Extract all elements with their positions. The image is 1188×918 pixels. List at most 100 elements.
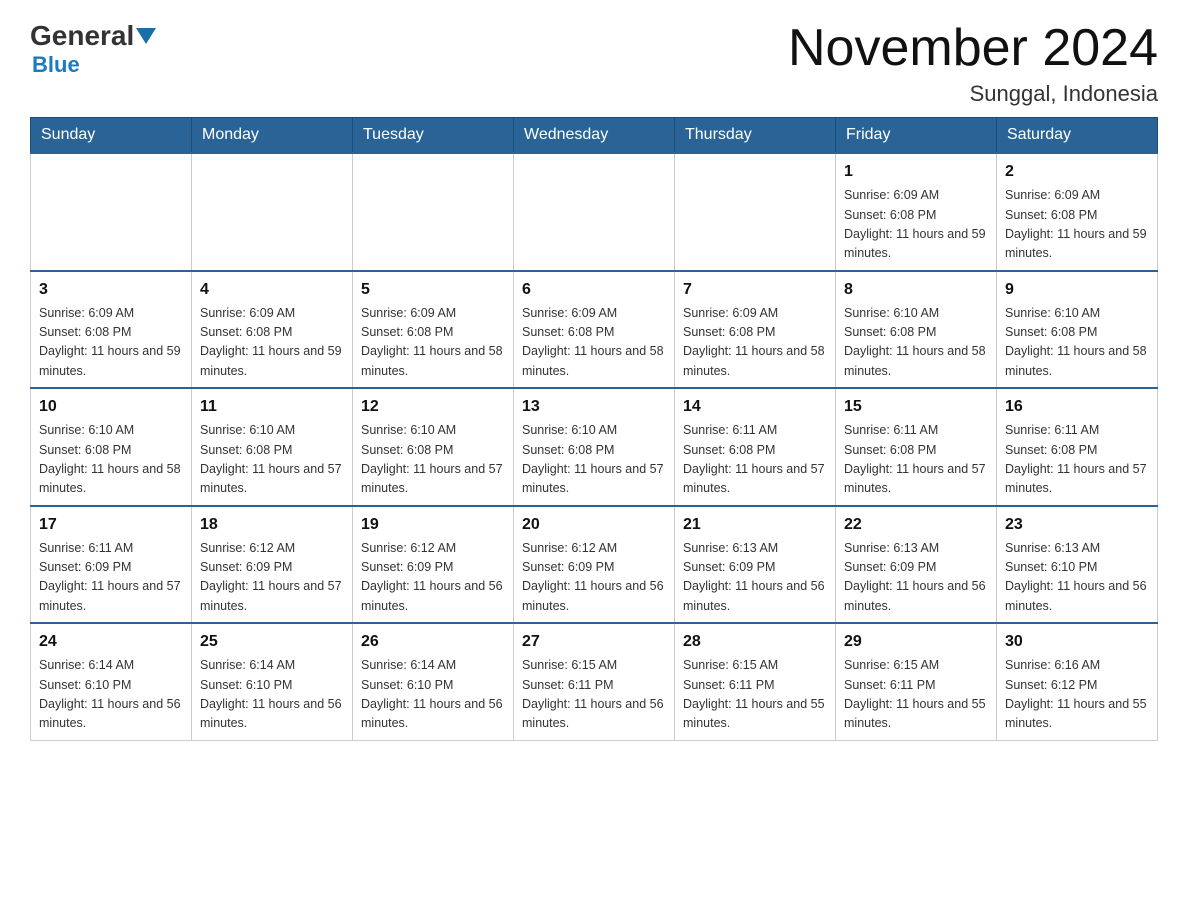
day-info: Sunrise: 6:16 AMSunset: 6:12 PMDaylight:… [1005, 656, 1149, 734]
day-number: 5 [361, 278, 505, 302]
day-number: 4 [200, 278, 344, 302]
logo-blue-text: Blue [32, 52, 80, 77]
column-header-monday: Monday [192, 118, 353, 154]
location-title: Sunggal, Indonesia [788, 81, 1158, 107]
day-number: 9 [1005, 278, 1149, 302]
calendar-cell [675, 153, 836, 271]
day-info: Sunrise: 6:11 AMSunset: 6:08 PMDaylight:… [1005, 421, 1149, 499]
calendar-cell: 8Sunrise: 6:10 AMSunset: 6:08 PMDaylight… [836, 271, 997, 389]
day-info: Sunrise: 6:09 AMSunset: 6:08 PMDaylight:… [844, 186, 988, 264]
calendar-cell: 1Sunrise: 6:09 AMSunset: 6:08 PMDaylight… [836, 153, 997, 271]
day-number: 26 [361, 630, 505, 654]
day-info: Sunrise: 6:15 AMSunset: 6:11 PMDaylight:… [844, 656, 988, 734]
day-info: Sunrise: 6:09 AMSunset: 6:08 PMDaylight:… [200, 304, 344, 382]
day-number: 29 [844, 630, 988, 654]
day-number: 8 [844, 278, 988, 302]
calendar-cell: 19Sunrise: 6:12 AMSunset: 6:09 PMDayligh… [353, 506, 514, 624]
day-number: 18 [200, 513, 344, 537]
day-info: Sunrise: 6:12 AMSunset: 6:09 PMDaylight:… [361, 539, 505, 617]
logo-general-text: General [30, 20, 134, 52]
calendar-cell: 22Sunrise: 6:13 AMSunset: 6:09 PMDayligh… [836, 506, 997, 624]
day-info: Sunrise: 6:09 AMSunset: 6:08 PMDaylight:… [39, 304, 183, 382]
column-header-wednesday: Wednesday [514, 118, 675, 154]
week-row-1: 1Sunrise: 6:09 AMSunset: 6:08 PMDaylight… [31, 153, 1158, 271]
calendar-cell: 4Sunrise: 6:09 AMSunset: 6:08 PMDaylight… [192, 271, 353, 389]
column-header-sunday: Sunday [31, 118, 192, 154]
day-number: 12 [361, 395, 505, 419]
day-info: Sunrise: 6:14 AMSunset: 6:10 PMDaylight:… [39, 656, 183, 734]
month-title: November 2024 [788, 20, 1158, 77]
day-number: 1 [844, 160, 988, 184]
week-row-3: 10Sunrise: 6:10 AMSunset: 6:08 PMDayligh… [31, 388, 1158, 506]
day-info: Sunrise: 6:14 AMSunset: 6:10 PMDaylight:… [361, 656, 505, 734]
calendar-cell: 21Sunrise: 6:13 AMSunset: 6:09 PMDayligh… [675, 506, 836, 624]
day-number: 27 [522, 630, 666, 654]
calendar-cell: 17Sunrise: 6:11 AMSunset: 6:09 PMDayligh… [31, 506, 192, 624]
day-number: 2 [1005, 160, 1149, 184]
day-info: Sunrise: 6:09 AMSunset: 6:08 PMDaylight:… [683, 304, 827, 382]
week-row-5: 24Sunrise: 6:14 AMSunset: 6:10 PMDayligh… [31, 623, 1158, 740]
page-header: General Blue November 2024 Sunggal, Indo… [30, 20, 1158, 107]
day-number: 24 [39, 630, 183, 654]
calendar-cell: 18Sunrise: 6:12 AMSunset: 6:09 PMDayligh… [192, 506, 353, 624]
calendar-cell: 30Sunrise: 6:16 AMSunset: 6:12 PMDayligh… [997, 623, 1158, 740]
calendar-cell: 12Sunrise: 6:10 AMSunset: 6:08 PMDayligh… [353, 388, 514, 506]
day-info: Sunrise: 6:10 AMSunset: 6:08 PMDaylight:… [361, 421, 505, 499]
day-info: Sunrise: 6:10 AMSunset: 6:08 PMDaylight:… [39, 421, 183, 499]
day-number: 11 [200, 395, 344, 419]
day-number: 19 [361, 513, 505, 537]
day-info: Sunrise: 6:12 AMSunset: 6:09 PMDaylight:… [522, 539, 666, 617]
day-info: Sunrise: 6:12 AMSunset: 6:09 PMDaylight:… [200, 539, 344, 617]
calendar-cell: 3Sunrise: 6:09 AMSunset: 6:08 PMDaylight… [31, 271, 192, 389]
day-info: Sunrise: 6:15 AMSunset: 6:11 PMDaylight:… [522, 656, 666, 734]
title-block: November 2024 Sunggal, Indonesia [788, 20, 1158, 107]
day-number: 14 [683, 395, 827, 419]
column-header-friday: Friday [836, 118, 997, 154]
day-info: Sunrise: 6:10 AMSunset: 6:08 PMDaylight:… [522, 421, 666, 499]
day-number: 22 [844, 513, 988, 537]
calendar-cell: 27Sunrise: 6:15 AMSunset: 6:11 PMDayligh… [514, 623, 675, 740]
calendar-cell: 16Sunrise: 6:11 AMSunset: 6:08 PMDayligh… [997, 388, 1158, 506]
calendar-cell: 23Sunrise: 6:13 AMSunset: 6:10 PMDayligh… [997, 506, 1158, 624]
day-info: Sunrise: 6:11 AMSunset: 6:08 PMDaylight:… [844, 421, 988, 499]
day-number: 28 [683, 630, 827, 654]
week-row-4: 17Sunrise: 6:11 AMSunset: 6:09 PMDayligh… [31, 506, 1158, 624]
day-number: 23 [1005, 513, 1149, 537]
day-number: 21 [683, 513, 827, 537]
day-number: 25 [200, 630, 344, 654]
calendar-cell [514, 153, 675, 271]
day-number: 6 [522, 278, 666, 302]
column-header-tuesday: Tuesday [353, 118, 514, 154]
day-info: Sunrise: 6:10 AMSunset: 6:08 PMDaylight:… [200, 421, 344, 499]
calendar-cell: 13Sunrise: 6:10 AMSunset: 6:08 PMDayligh… [514, 388, 675, 506]
column-header-thursday: Thursday [675, 118, 836, 154]
day-info: Sunrise: 6:14 AMSunset: 6:10 PMDaylight:… [200, 656, 344, 734]
day-info: Sunrise: 6:09 AMSunset: 6:08 PMDaylight:… [361, 304, 505, 382]
logo-triangle-icon [136, 28, 156, 44]
column-header-saturday: Saturday [997, 118, 1158, 154]
calendar-cell: 2Sunrise: 6:09 AMSunset: 6:08 PMDaylight… [997, 153, 1158, 271]
day-info: Sunrise: 6:10 AMSunset: 6:08 PMDaylight:… [1005, 304, 1149, 382]
calendar-cell: 6Sunrise: 6:09 AMSunset: 6:08 PMDaylight… [514, 271, 675, 389]
calendar-cell: 26Sunrise: 6:14 AMSunset: 6:10 PMDayligh… [353, 623, 514, 740]
day-number: 30 [1005, 630, 1149, 654]
calendar-cell: 20Sunrise: 6:12 AMSunset: 6:09 PMDayligh… [514, 506, 675, 624]
calendar-header-row: SundayMondayTuesdayWednesdayThursdayFrid… [31, 118, 1158, 154]
day-info: Sunrise: 6:11 AMSunset: 6:09 PMDaylight:… [39, 539, 183, 617]
calendar-cell [192, 153, 353, 271]
calendar-cell: 5Sunrise: 6:09 AMSunset: 6:08 PMDaylight… [353, 271, 514, 389]
week-row-2: 3Sunrise: 6:09 AMSunset: 6:08 PMDaylight… [31, 271, 1158, 389]
calendar-table: SundayMondayTuesdayWednesdayThursdayFrid… [30, 117, 1158, 741]
day-number: 20 [522, 513, 666, 537]
calendar-cell: 29Sunrise: 6:15 AMSunset: 6:11 PMDayligh… [836, 623, 997, 740]
day-info: Sunrise: 6:15 AMSunset: 6:11 PMDaylight:… [683, 656, 827, 734]
day-info: Sunrise: 6:13 AMSunset: 6:09 PMDaylight:… [844, 539, 988, 617]
calendar-cell: 25Sunrise: 6:14 AMSunset: 6:10 PMDayligh… [192, 623, 353, 740]
day-number: 10 [39, 395, 183, 419]
day-number: 7 [683, 278, 827, 302]
calendar-cell: 24Sunrise: 6:14 AMSunset: 6:10 PMDayligh… [31, 623, 192, 740]
calendar-cell [353, 153, 514, 271]
logo: General Blue [30, 20, 158, 78]
day-info: Sunrise: 6:13 AMSunset: 6:10 PMDaylight:… [1005, 539, 1149, 617]
calendar-cell: 11Sunrise: 6:10 AMSunset: 6:08 PMDayligh… [192, 388, 353, 506]
